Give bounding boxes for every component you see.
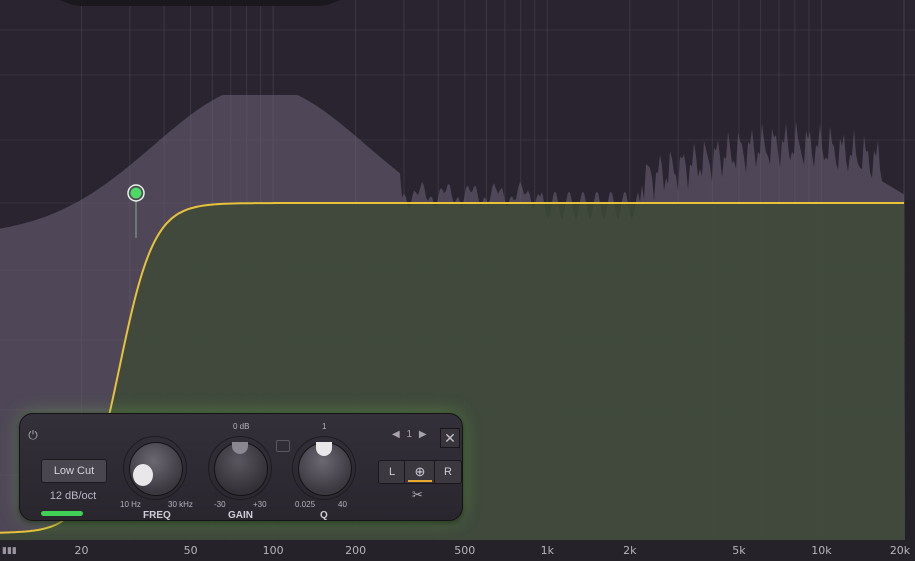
axis-label-50: 50 (183, 544, 198, 557)
band-node-handle[interactable] (130, 187, 142, 199)
top-tab (60, 0, 340, 6)
q-label: Q (320, 510, 328, 521)
prev-band-icon[interactable]: ◀ (392, 429, 400, 440)
filter-type-button[interactable]: Low Cut (41, 459, 107, 483)
stereo-link-icon: ⊕ (414, 464, 426, 479)
q-top-label: 1 (322, 422, 327, 431)
gain-knob[interactable] (208, 436, 272, 500)
next-band-icon[interactable]: ▶ (419, 429, 427, 440)
axis-label-1k: 1k (540, 544, 554, 557)
axis-label-20: 20 (74, 544, 89, 557)
freq-knob-indicator (133, 464, 153, 486)
axis-label-200: 200 (345, 544, 367, 557)
slope-label[interactable]: 12 dB/oct (41, 490, 105, 502)
axis-label-10k: 10k (811, 544, 832, 557)
gain-label: GAIN (228, 510, 253, 521)
gain-max-label: +30 (253, 500, 267, 509)
freq-knob[interactable] (123, 436, 187, 500)
channel-stereo-button[interactable]: ⊕ (404, 460, 436, 484)
q-knob[interactable] (292, 436, 356, 500)
close-band-icon[interactable]: ✕ (440, 428, 460, 448)
channel-left-button[interactable]: L (378, 460, 406, 484)
freq-label: FREQ (143, 510, 171, 521)
band-nav: ◀ 1 ▶ (392, 429, 427, 440)
axis-label-20k: 20k (889, 544, 911, 557)
axis-label-100: 100 (262, 544, 284, 557)
piano-icon: ▮▮▮ (2, 546, 17, 556)
band-power-icon[interactable]: ⏻ (26, 428, 40, 442)
freq-max-label: 30 kHz (168, 500, 193, 509)
axis-label-2k: 2k (623, 544, 637, 557)
axis-label-500: 500 (454, 544, 476, 557)
axis-label-5k: 5k (732, 544, 746, 557)
q-max-label: 40 (338, 500, 347, 509)
gain-min-label: -30 (214, 500, 226, 509)
channel-right-button[interactable]: R (434, 460, 462, 484)
gain-top-label: 0 dB (233, 422, 250, 431)
q-min-label: 0.025 (295, 500, 316, 509)
band-number: 1 (406, 429, 413, 440)
right-edge (905, 200, 915, 540)
gain-lock-icon[interactable] (276, 440, 290, 452)
band-color-bar (41, 511, 83, 516)
freq-min-label: 10 Hz (120, 500, 141, 509)
split-scissors-icon[interactable]: ✂ (412, 487, 423, 503)
band-panel: ⏻ Low Cut 12 dB/oct 10 Hz 30 kHz FREQ 0 … (19, 413, 463, 521)
